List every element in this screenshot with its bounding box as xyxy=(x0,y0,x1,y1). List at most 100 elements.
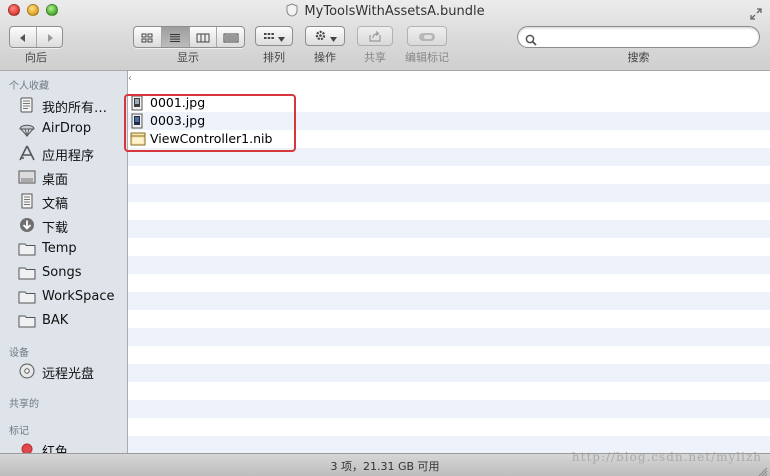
sidebar-item-label: 文稿 xyxy=(42,197,69,212)
action-control xyxy=(305,26,345,46)
sidebar-item-documents[interactable]: 文稿 xyxy=(0,190,127,212)
coverflow-view-button[interactable] xyxy=(217,27,244,47)
watermark: http://blog.csdn.net/mylizh xyxy=(571,450,762,464)
documents-icon xyxy=(18,193,36,209)
icon-view-icon xyxy=(141,28,153,47)
list-view-button[interactable] xyxy=(161,27,190,47)
sidebar: 个人收藏 我的所有… AirDrop 应用程序 桌面 文稿 下载 Temp So… xyxy=(0,71,128,453)
toolbar: MyToolsWithAssetsA.bundle 向后 显示 排列 操作 共享… xyxy=(0,0,770,71)
empty-row xyxy=(128,274,770,292)
sidebar-item-applications[interactable]: 应用程序 xyxy=(0,142,127,164)
back-forward-control xyxy=(9,26,63,48)
empty-row xyxy=(128,220,770,238)
share-button[interactable] xyxy=(357,26,393,46)
disc-icon xyxy=(18,363,36,379)
tags-header: 标记 xyxy=(9,426,29,437)
bundle-icon xyxy=(285,3,299,21)
sidebar-item-label: 应用程序 xyxy=(42,149,95,164)
sidebar-item-remote-disc[interactable]: 远程光盘 xyxy=(0,360,127,382)
empty-row xyxy=(128,148,770,166)
action-label: 操作 xyxy=(314,51,336,64)
applications-icon xyxy=(18,145,36,161)
airdrop-icon xyxy=(18,121,36,138)
share-icon xyxy=(368,27,382,46)
arrange-label: 排列 xyxy=(263,51,285,64)
folder-icon xyxy=(18,289,36,305)
empty-row xyxy=(128,346,770,364)
list-header-row: ‹ xyxy=(128,71,770,93)
downloads-icon xyxy=(18,217,36,233)
red-tag-dot-icon xyxy=(18,441,36,453)
empty-row xyxy=(128,382,770,400)
sidebar-item-label: WorkSpace xyxy=(42,289,115,304)
sidebar-item-temp[interactable]: Temp xyxy=(0,238,127,260)
file-name: 0001.jpg xyxy=(150,95,206,110)
action-button[interactable] xyxy=(305,26,345,46)
gear-icon xyxy=(314,27,327,46)
table-row[interactable]: 0003.jpg xyxy=(128,112,770,130)
empty-row xyxy=(128,256,770,274)
view-control xyxy=(133,26,245,48)
empty-row xyxy=(128,328,770,346)
edit-tags-button[interactable] xyxy=(407,26,447,46)
sidebar-item-label: 远程光盘 xyxy=(42,367,95,382)
search-icon xyxy=(525,31,537,50)
sidebar-item-bak[interactable]: BAK xyxy=(0,310,127,332)
sidebar-item-label: 红色 xyxy=(42,445,69,453)
edit-tags-label: 编辑标记 xyxy=(405,51,449,64)
desktop-icon xyxy=(18,169,36,185)
sidebar-item-label: AirDrop xyxy=(42,121,92,136)
forward-arrow-icon xyxy=(45,28,55,47)
sidebar-item-label: 我的所有… xyxy=(42,101,108,116)
back-forward-label: 向后 xyxy=(25,51,47,64)
sidebar-item-downloads[interactable]: 下载 xyxy=(0,214,127,236)
search-field[interactable] xyxy=(517,26,760,48)
arrange-grid-icon xyxy=(263,27,275,46)
empty-row xyxy=(128,238,770,256)
window-title-bar: MyToolsWithAssetsA.bundle xyxy=(0,3,770,21)
share-control xyxy=(357,26,393,46)
file-list: ‹ 0001.jpg 0003.jpg ViewController1.nib xyxy=(128,71,770,453)
sidebar-item-songs[interactable]: Songs xyxy=(0,262,127,284)
sidebar-item-label: 下载 xyxy=(42,221,69,236)
table-row[interactable]: ViewController1.nib xyxy=(128,130,770,148)
search-input[interactable] xyxy=(540,29,754,47)
sidebar-item-desktop[interactable]: 桌面 xyxy=(0,166,127,188)
all-files-icon xyxy=(18,97,36,113)
sidebar-item-workspace[interactable]: WorkSpace xyxy=(0,286,127,308)
empty-row xyxy=(128,184,770,202)
arrange-button[interactable] xyxy=(255,26,293,46)
folder-icon xyxy=(18,313,36,329)
empty-row xyxy=(128,310,770,328)
chevron-down-icon xyxy=(329,27,337,46)
empty-row xyxy=(128,166,770,184)
sidebar-item-label: 桌面 xyxy=(42,173,69,188)
sidebar-item-tag-red[interactable]: 红色 xyxy=(0,438,127,453)
file-name: ViewController1.nib xyxy=(150,131,273,146)
sidebar-item-airdrop[interactable]: AirDrop xyxy=(0,118,127,140)
table-row[interactable]: 0001.jpg xyxy=(128,94,770,112)
back-arrow-icon xyxy=(18,28,28,47)
back-button[interactable] xyxy=(10,27,37,47)
list-view-icon xyxy=(169,28,181,47)
view-label: 显示 xyxy=(177,51,199,64)
search-label: 搜索 xyxy=(627,51,650,64)
empty-row xyxy=(128,364,770,382)
edit-tags-control xyxy=(407,26,447,46)
resize-grip-icon[interactable] xyxy=(758,462,768,476)
coverflow-view-icon xyxy=(223,28,239,47)
column-header-chevron-icon: ‹ xyxy=(128,73,132,84)
shared-header: 共享的 xyxy=(9,399,39,410)
sidebar-item-all-my-files[interactable]: 我的所有… xyxy=(0,94,127,116)
icon-view-button[interactable] xyxy=(134,27,162,47)
chevron-down-icon xyxy=(278,27,285,46)
column-view-button[interactable] xyxy=(190,27,218,47)
empty-row xyxy=(128,418,770,436)
folder-icon xyxy=(18,265,36,281)
forward-button[interactable] xyxy=(37,27,62,47)
folder-icon xyxy=(18,241,36,257)
empty-row xyxy=(128,400,770,418)
fullscreen-icon[interactable] xyxy=(750,5,762,24)
file-name: 0003.jpg xyxy=(150,113,206,128)
sidebar-item-label: BAK xyxy=(42,313,69,328)
